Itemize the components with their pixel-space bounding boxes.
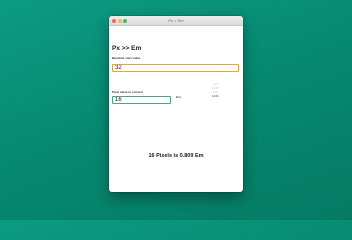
result-text: 16 Pixels is 0.809 Em: [148, 153, 204, 159]
title-bar[interactable]: Px > Em: [109, 16, 243, 26]
main-content: Px >> Em Baseline start value Pixel valu…: [109, 26, 243, 192]
pixel-value-label: Pixel value to convert: [112, 90, 143, 94]
baseline-input[interactable]: [112, 64, 239, 72]
window-title: Px > Em: [168, 17, 184, 23]
unit-label: Ems: [176, 96, 182, 99]
page-title: Px >> Em: [112, 45, 142, 52]
unit-picker[interactable]: 1.0 1.125 1.25 1.0/16: [208, 83, 222, 99]
picker-option-selected[interactable]: 1.0/16: [208, 95, 222, 99]
app-window: Px > Em Px >> Em Baseline start value Pi…: [109, 16, 243, 192]
pixel-value-input[interactable]: [112, 96, 171, 104]
baseline-label: Baseline start value: [112, 56, 141, 60]
